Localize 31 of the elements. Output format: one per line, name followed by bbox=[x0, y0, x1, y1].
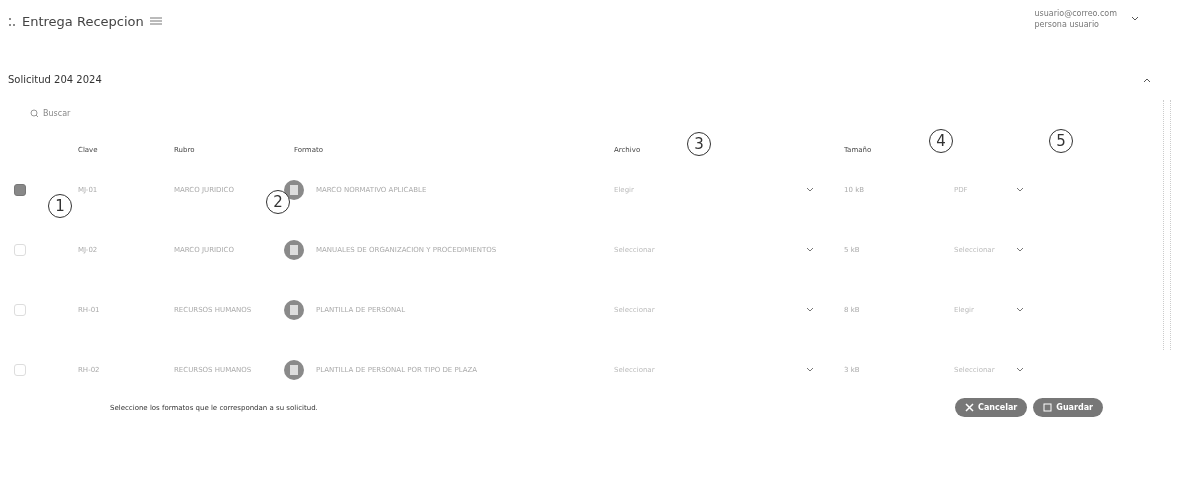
close-icon bbox=[965, 403, 975, 412]
caret-icon bbox=[1016, 247, 1024, 253]
search-icon bbox=[30, 109, 39, 118]
document-icon bbox=[284, 360, 304, 380]
number-callout: 5 bbox=[1049, 129, 1073, 153]
number-callout: 2 bbox=[266, 190, 290, 214]
document-icon bbox=[284, 300, 304, 320]
panel-title: Solicitud 204 2024 bbox=[8, 74, 102, 85]
caret-icon bbox=[806, 367, 814, 373]
app-title: Entrega Recepcion bbox=[22, 14, 144, 29]
save-icon bbox=[1043, 403, 1053, 412]
document-icon bbox=[284, 180, 304, 200]
caret-icon bbox=[1016, 367, 1024, 373]
chevron-down-icon[interactable] bbox=[1131, 16, 1139, 22]
row-checkbox[interactable] bbox=[14, 184, 26, 196]
scrollbar[interactable] bbox=[1163, 100, 1171, 350]
caret-icon bbox=[1016, 187, 1024, 193]
caret-icon bbox=[806, 307, 814, 313]
caret-icon bbox=[806, 247, 814, 253]
number-callout: 1 bbox=[48, 194, 72, 218]
user-email: usuario@correo.com bbox=[1034, 8, 1117, 19]
document-icon bbox=[284, 240, 304, 260]
number-callout: 3 bbox=[687, 132, 711, 156]
save-button[interactable]: Guardar bbox=[1033, 398, 1103, 417]
user-name: persona usuario bbox=[1034, 19, 1100, 30]
number-callout: 4 bbox=[929, 129, 953, 153]
caret-icon bbox=[1016, 307, 1024, 313]
chevron-icon[interactable] bbox=[1143, 76, 1151, 83]
menu-icon[interactable] bbox=[149, 16, 162, 27]
caret-icon bbox=[806, 187, 814, 193]
cancel-button[interactable]: Cancelar bbox=[955, 398, 1028, 417]
